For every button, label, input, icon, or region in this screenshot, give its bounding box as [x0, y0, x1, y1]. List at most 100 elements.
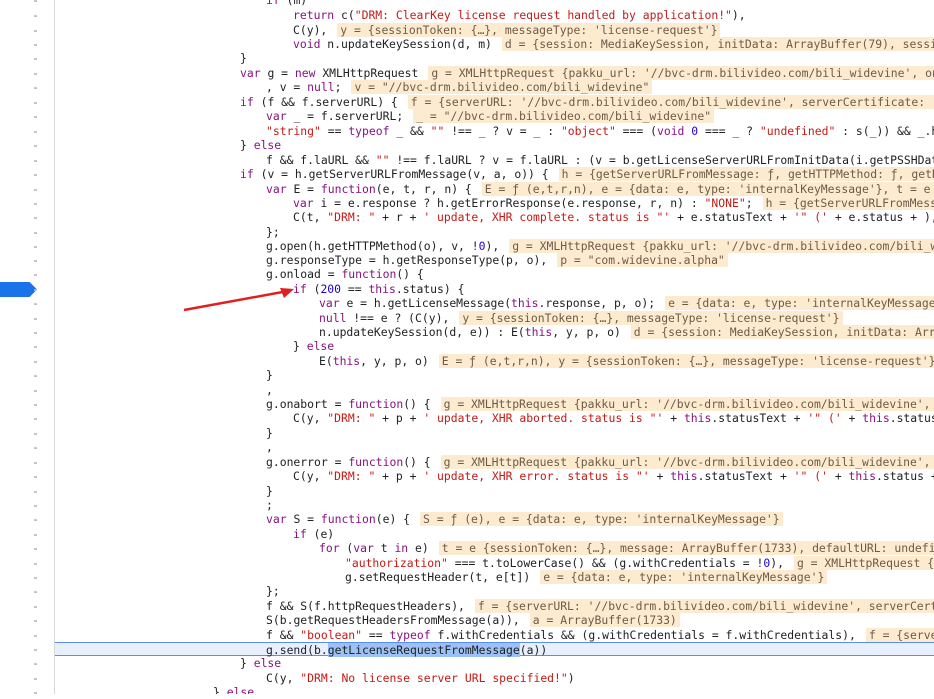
code-line: S(b.getRequestHeadersFromMessage(a)), a =…	[55, 613, 934, 627]
gutter-line-marker[interactable]: -	[0, 512, 54, 526]
gutter-line-marker[interactable]: -	[0, 599, 54, 613]
gutter-line-marker[interactable]: -	[0, 527, 54, 541]
gutter-line-marker[interactable]: -	[0, 66, 54, 80]
gutter-line-marker[interactable]: -	[0, 325, 54, 339]
inline-value-preview[interactable]: g = XMLHttpRequest {pa	[793, 556, 934, 570]
code-text: var g = new XMLHttpRequest	[240, 66, 419, 80]
inline-value-preview[interactable]: E = ƒ (e,t,r,n), e = {data: e, type: 'in…	[481, 182, 934, 196]
code-text: }	[240, 51, 247, 65]
gutter-line-marker[interactable]: -	[0, 95, 54, 109]
gutter-line-marker[interactable]: -	[0, 225, 54, 239]
code-line: C(y, "DRM: " + p + ' update, XHR error. …	[55, 469, 934, 483]
gutter-line-marker[interactable]: -	[0, 584, 54, 598]
inline-value-preview[interactable]: t = e {sessionToken: {…}, message: Array…	[438, 541, 934, 555]
gutter-line-marker[interactable]: -	[0, 469, 54, 483]
gutter-line-marker[interactable]: -	[0, 182, 54, 196]
code-text: return c("DRM: ClearKey license request …	[293, 8, 746, 22]
code-line: n.updateKeySession(d, e)) : E(this, y, p…	[55, 325, 934, 339]
gutter-line-marker[interactable]: -	[0, 628, 54, 642]
code-line: };	[55, 225, 934, 239]
code-line: } else	[55, 685, 934, 694]
active-breakpoint-marker[interactable]: -	[0, 282, 37, 297]
gutter-line-marker[interactable]: -	[0, 570, 54, 584]
gutter-line-marker[interactable]: -	[0, 339, 54, 353]
gutter-line-marker[interactable]: -	[0, 23, 54, 37]
gutter-line-marker[interactable]: -	[0, 354, 54, 368]
code-line: if (e)	[55, 527, 934, 541]
gutter-line-marker[interactable]: -	[0, 397, 54, 411]
gutter-line-marker[interactable]: -	[0, 37, 54, 51]
inline-value-preview[interactable]: d = {session: MediaKeySession, initData:…	[501, 37, 934, 51]
gutter-line-marker[interactable]: -	[0, 80, 54, 94]
gutter-line-marker[interactable]: -	[0, 484, 54, 498]
source-code-editor[interactable]: if (m) return c("DRM: ClearKey license re…	[55, 0, 934, 694]
inline-value-preview[interactable]: g = XMLHttpRequest {pakku_url: '//bvc-dr…	[440, 455, 934, 469]
gutter-line-marker[interactable]: -	[0, 311, 54, 325]
inline-value-preview[interactable]: g = XMLHttpRequest {pakku_url: '//bvc-dr…	[509, 239, 934, 253]
gutter-line-marker[interactable]: -	[0, 51, 54, 65]
inline-value-preview[interactable]: e = {data: e, type: 'internalKeyMessage'…	[665, 296, 934, 310]
gutter-line-marker[interactable]: -	[0, 368, 54, 382]
inline-value-preview[interactable]: a = ArrayBuffer(1733)	[529, 613, 680, 627]
gutter-line-marker[interactable]: -	[0, 0, 54, 7]
code-line: g.setRequestHeader(t, e[t]) e = {data: e,…	[55, 570, 934, 584]
inline-value-preview[interactable]: h = {getServerURLFromMessage: ƒ, getHTTP…	[558, 167, 934, 181]
code-line: for (var t in e) t = e {sessionToken: {…}…	[55, 541, 934, 555]
gutter-line-marker[interactable]: -	[0, 541, 54, 555]
inline-value-preview[interactable]: h = {getServerURLFromMessage	[762, 196, 934, 210]
code-line: } else	[55, 138, 934, 152]
code-text: "string" == typeof _ && "" !== _ ? v = _…	[266, 124, 934, 138]
inline-value-preview[interactable]: E = ƒ (e,t,r,n), y = {sessionToken: {…},…	[438, 354, 934, 368]
code-text: };	[266, 584, 280, 598]
gutter-line-marker[interactable]: -	[0, 498, 54, 512]
code-line: }	[55, 426, 934, 440]
gutter-line-marker[interactable]: -	[0, 124, 54, 138]
gutter-line-marker[interactable]: -	[0, 109, 54, 123]
gutter-line-marker[interactable]: -	[0, 8, 54, 22]
inline-value-preview[interactable]: f = {serverURL: '//bvc-drm.bilivideo.com…	[474, 599, 934, 613]
code-line: C(t, "DRM: " + r + ' update, XHR complet…	[55, 210, 934, 224]
gutter-line-marker[interactable]: -	[0, 239, 54, 253]
inline-value-preview[interactable]: p = "com.widevine.alpha"	[557, 253, 728, 267]
gutter-line-marker[interactable]: -	[0, 383, 54, 397]
gutter-line-marker[interactable]: -	[0, 253, 54, 267]
inline-value-preview[interactable]: g = XMLHttpRequest {pakku_url: '//bvc-dr…	[428, 66, 934, 80]
inline-value-preview[interactable]: S = ƒ (e), e = {data: e, type: 'internal…	[420, 512, 783, 526]
gutter-line-marker[interactable]: -	[0, 671, 54, 685]
gutter-line-marker[interactable]: -	[0, 556, 54, 570]
inline-value-preview[interactable]: v = "//bvc-drm.bilivideo.com/bili_widevi…	[351, 80, 653, 94]
gutter-line-marker[interactable]: -	[0, 656, 54, 670]
gutter-line-marker[interactable]: -	[0, 440, 54, 454]
gutter-line-marker[interactable]: -	[0, 167, 54, 181]
gutter-line-marker[interactable]: -	[0, 411, 54, 425]
gutter-line-marker[interactable]: -	[0, 613, 54, 627]
gutter-line-marker[interactable]: -	[0, 426, 54, 440]
gutter-line-marker[interactable]: -	[0, 210, 54, 224]
gutter-line-marker[interactable]: -	[0, 138, 54, 152]
code-line: ;	[55, 498, 934, 512]
code-text: g.onload = function() {	[266, 267, 424, 281]
inline-value-preview[interactable]: f = {serverU	[865, 628, 934, 642]
gutter-line-marker[interactable]: -	[0, 455, 54, 469]
gutter-line-marker[interactable]: -	[0, 196, 54, 210]
gutter-line-marker[interactable]: -	[0, 153, 54, 167]
inline-value-preview[interactable]: y = {sessionToken: {…}, messageType: 'li…	[337, 23, 721, 37]
inline-value-preview[interactable]: e = {data: e, type: 'internalKeyMessage'…	[540, 570, 828, 584]
gutter-line-marker[interactable]: -	[0, 642, 54, 656]
code-text: g.responseType = h.getResponseType(p, o)…	[266, 253, 548, 267]
code-line: g.onerror = function() {g = XMLHttpReque…	[55, 455, 934, 469]
code-text: g.send(b.getLicenseRequestFromMessage(a)…	[266, 643, 548, 657]
gutter-line-marker[interactable]: -	[0, 267, 54, 281]
code-line: C(y), y = {sessionToken: {…}, messageType…	[55, 23, 934, 37]
inline-value-preview[interactable]: f = {serverURL: '//bvc-drm.bilivideo.com…	[407, 95, 934, 109]
code-text: , v = null;	[266, 80, 342, 94]
selected-method-name[interactable]: getLicenseRequestFromMessage	[327, 643, 520, 657]
gutter-line-marker[interactable]: -	[0, 296, 54, 310]
inline-value-preview[interactable]: _ = "//bvc-drm.bilivideo.com/bili_widevi…	[413, 109, 715, 123]
inline-value-preview[interactable]: y = {sessionToken: {…}, messageType: 'li…	[459, 311, 843, 325]
inline-value-preview[interactable]: d = {session: MediaKeySession, initData:…	[630, 325, 934, 339]
line-number-gutter[interactable]: ----------------------------------------…	[0, 0, 55, 699]
gutter-line-marker[interactable]: -	[0, 685, 54, 699]
code-text: if (f && f.serverURL) {	[240, 95, 398, 109]
inline-value-preview[interactable]: g = XMLHttpRequest {pakku_url: '//bvc-dr…	[440, 397, 934, 411]
